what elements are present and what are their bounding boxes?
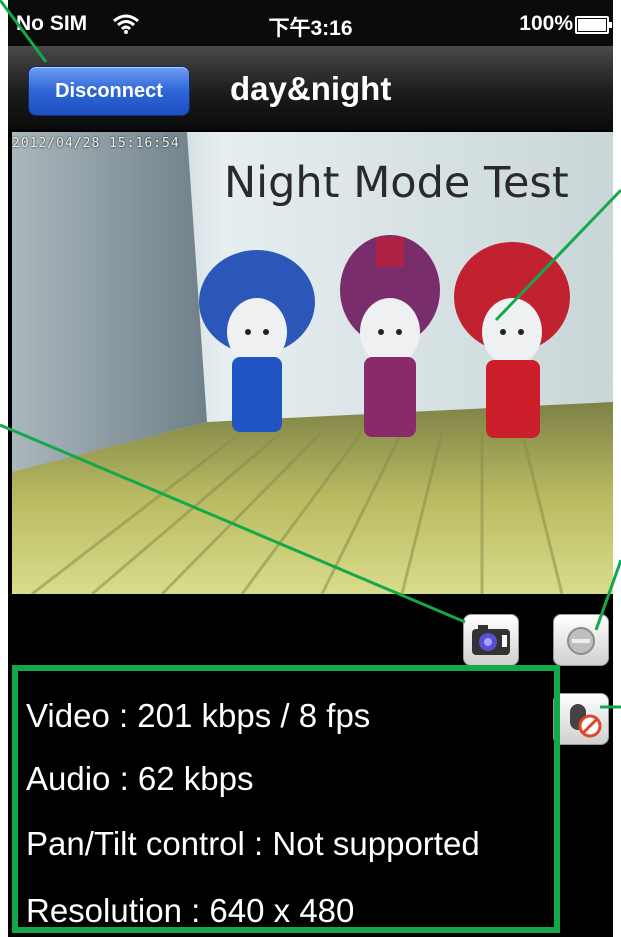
- camera-icon: [472, 625, 510, 655]
- snapshot-button[interactable]: [463, 614, 519, 666]
- record-button[interactable]: [553, 614, 609, 666]
- disconnect-button[interactable]: Disconnect: [28, 66, 190, 116]
- navigation-bar: Disconnect day&night: [8, 46, 613, 131]
- info-highlight-frame: [12, 665, 560, 933]
- battery-percent: 100%: [519, 12, 573, 35]
- record-icon: [567, 627, 595, 655]
- battery-icon: [575, 16, 612, 34]
- status-bar: No SIM 下午3:16 100%: [8, 0, 613, 46]
- page-title: day&night: [230, 70, 392, 107]
- video-timestamp: 2012/04/28 15:16:54: [12, 136, 180, 151]
- video-overlay-text: Night Mode Test: [224, 158, 569, 208]
- video-view[interactable]: 2012/04/28 15:16:54 Night Mode Test: [12, 132, 613, 594]
